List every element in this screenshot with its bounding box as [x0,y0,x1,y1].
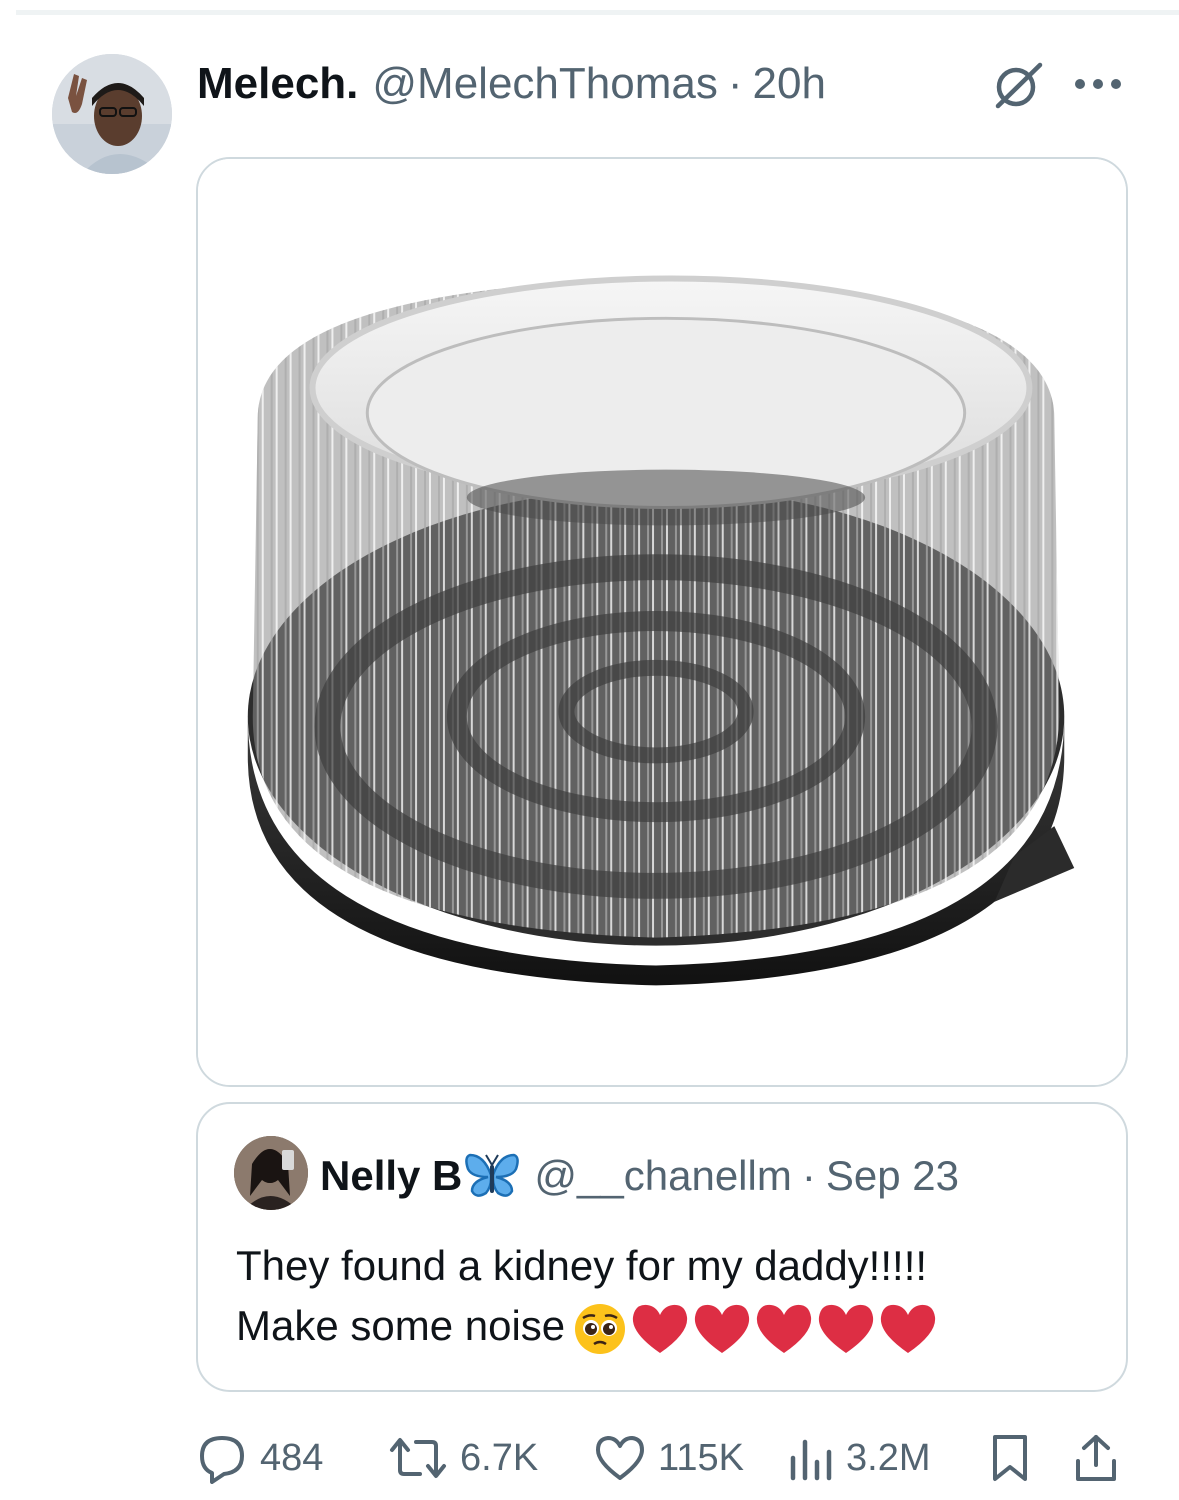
tweet-timestamp[interactable]: 20h [753,59,826,109]
top-divider [16,10,1179,15]
reply-button[interactable]: 484 [196,1430,323,1486]
author-avatar[interactable] [52,54,172,174]
like-count: 115K [658,1436,744,1479]
repost-count: 6.7K [460,1436,539,1479]
tweet-header: Melech. @MelechThomas · 20h [197,56,826,112]
views-button[interactable]: 3.2M [788,1430,930,1486]
author-handle[interactable]: @MelechThomas [372,59,717,109]
more-dots-icon[interactable] [1070,72,1126,96]
views-chart-icon [790,1439,832,1481]
repost-icon [390,1438,446,1478]
red-heart-icon [817,1303,875,1355]
reply-count: 484 [260,1436,324,1479]
red-heart-icon [879,1303,937,1355]
quoted-header-separator: · [801,1152,816,1199]
quoted-author-handle[interactable]: @__chanellm [534,1152,791,1200]
repost-button[interactable]: 6.7K [388,1430,538,1486]
heart-icon [596,1436,644,1480]
tweet-action-bar: 484 6.7K 115K 3.2M [196,1430,1128,1486]
bookmark-icon [993,1435,1027,1481]
quoted-author-display-name[interactable]: Nelly B [320,1152,462,1200]
red-heart-icon [755,1303,813,1355]
grok-icon[interactable] [988,60,1048,110]
author-display-name[interactable]: Melech. [197,59,358,109]
bookmark-button[interactable] [990,1430,1042,1486]
quoted-tweet-header: Nelly B @__chanellm · Sep 23 [320,1146,959,1206]
emoji-row [573,1302,937,1356]
quoted-tweet-date[interactable]: Sep 23 [826,1152,959,1200]
quoted-author-avatar[interactable] [234,1136,308,1210]
quoted-text-line-2: Make some noise [236,1296,1096,1356]
butterfly-icon [464,1151,520,1201]
view-count: 3.2M [846,1436,931,1479]
tweet-media-image[interactable] [196,157,1128,1087]
red-heart-icon [631,1303,689,1355]
quoted-text-line-2-text: Make some noise [236,1302,566,1349]
quoted-tweet-text: They found a kidney for my daddy!!!!! Ma… [236,1236,1096,1356]
header-separator: · [727,59,743,108]
quoted-text-line-1: They found a kidney for my daddy!!!!! [236,1242,928,1289]
share-button[interactable] [1074,1430,1130,1486]
red-heart-icon [693,1303,751,1355]
reply-icon [200,1436,244,1484]
share-icon [1076,1435,1116,1481]
quoted-tweet-card[interactable]: Nelly B @__chanellm · Sep 23 They found … [196,1102,1128,1392]
pleading-face-icon [573,1302,627,1356]
like-button[interactable]: 115K [594,1430,744,1486]
